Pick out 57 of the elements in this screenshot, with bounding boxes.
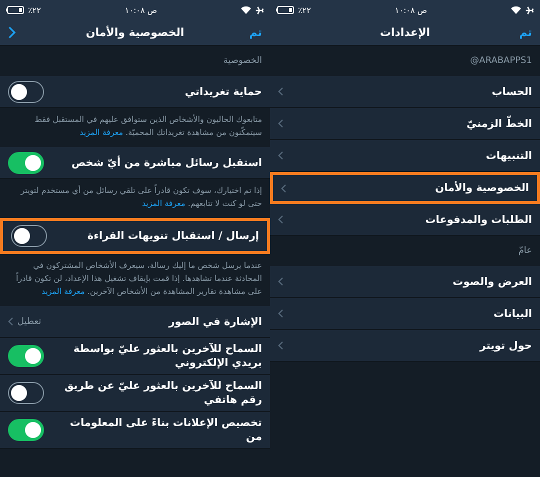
setting-label: الإشارة في الصور [168, 314, 262, 328]
setting-label: الخطّ الزمنيّ [466, 116, 532, 130]
chevron-icon [278, 119, 284, 128]
toggle-switch[interactable] [8, 345, 44, 367]
battery-icon [276, 6, 294, 14]
setting-label: السماح للآخرين بالعثور عليّ عن طريق رقم هاتفي [63, 379, 262, 407]
battery-percent: ٪٢٢ [298, 6, 311, 14]
status-time: ١٠:٠٨ ص [394, 6, 427, 14]
setting-row[interactable]: الخطّ الزمنيّ [270, 108, 540, 140]
setting-label: التنبيهات [486, 148, 532, 162]
setting-label: الطلبات والمدفوعات [425, 212, 532, 226]
chevron-icon [278, 277, 284, 286]
chevron-icon [278, 215, 284, 224]
setting-label: إرسال / استقبال تنويهات القراءة [87, 229, 259, 243]
setting-row[interactable]: الطلبات والمدفوعات [270, 204, 540, 236]
setting-row[interactable]: الحساب [270, 76, 540, 108]
setting-label: الحساب [492, 84, 532, 98]
chevron-icon [278, 87, 284, 96]
learn-more-link[interactable]: معرفة المزيد [41, 287, 85, 296]
chevron-icon [281, 184, 286, 192]
battery-percent: ٪٢٢ [28, 6, 41, 14]
chevron-icon [8, 317, 14, 326]
screen-title: الخصوصية والأمان [86, 26, 184, 39]
toggle-switch[interactable] [11, 225, 47, 247]
wifi-icon [511, 6, 521, 14]
screen-title: الإعدادات [380, 26, 430, 39]
setting-row[interactable]: الإشارة في الصور تعطيل [0, 306, 270, 338]
highlighted-setting-row[interactable]: الخصوصية والأمان [270, 172, 540, 204]
setting-label: تخصيص الإعلانات بناءً على المعلومات من [68, 416, 262, 444]
airplane-icon [255, 6, 264, 14]
chevron-icon [278, 309, 284, 318]
setting-label: البيانات [494, 306, 532, 320]
toggle-switch[interactable] [8, 152, 44, 174]
toggle-switch[interactable] [8, 80, 44, 102]
toggle-switch[interactable] [8, 382, 44, 404]
chevron-icon [278, 341, 284, 350]
setting-value: تعطيل [17, 316, 42, 326]
battery-icon [6, 6, 24, 14]
setting-label: الخصوصية والأمان [435, 181, 529, 195]
status-time: ١٠:٠٨ ص [124, 6, 157, 14]
setting-label: استقبل رسائل مباشرة من أيّ شخص [71, 156, 262, 170]
setting-label: السماح للآخرين بالعثور عليّ بواسطة بريدي الإلكتروني [72, 342, 262, 370]
learn-more-link[interactable]: معرفة المزيد [142, 199, 186, 208]
airplane-icon [525, 6, 534, 14]
setting-row[interactable]: العرض والصوت [270, 266, 540, 298]
setting-label: العرض والصوت [452, 274, 532, 288]
setting-row[interactable]: البيانات [270, 298, 540, 330]
done-button[interactable]: تم [249, 26, 262, 39]
chevron-icon [278, 151, 284, 160]
setting-row[interactable]: حول تويتر [270, 330, 540, 362]
learn-more-link[interactable]: معرفة المزيد [80, 128, 123, 137]
done-button[interactable]: تم [519, 26, 532, 39]
setting-row[interactable]: التنبيهات [270, 140, 540, 172]
setting-label: حول تويتر [480, 338, 532, 352]
setting-label: حماية تغريداتي [184, 84, 262, 98]
toggle-switch[interactable] [8, 419, 44, 441]
wifi-icon [241, 6, 251, 14]
